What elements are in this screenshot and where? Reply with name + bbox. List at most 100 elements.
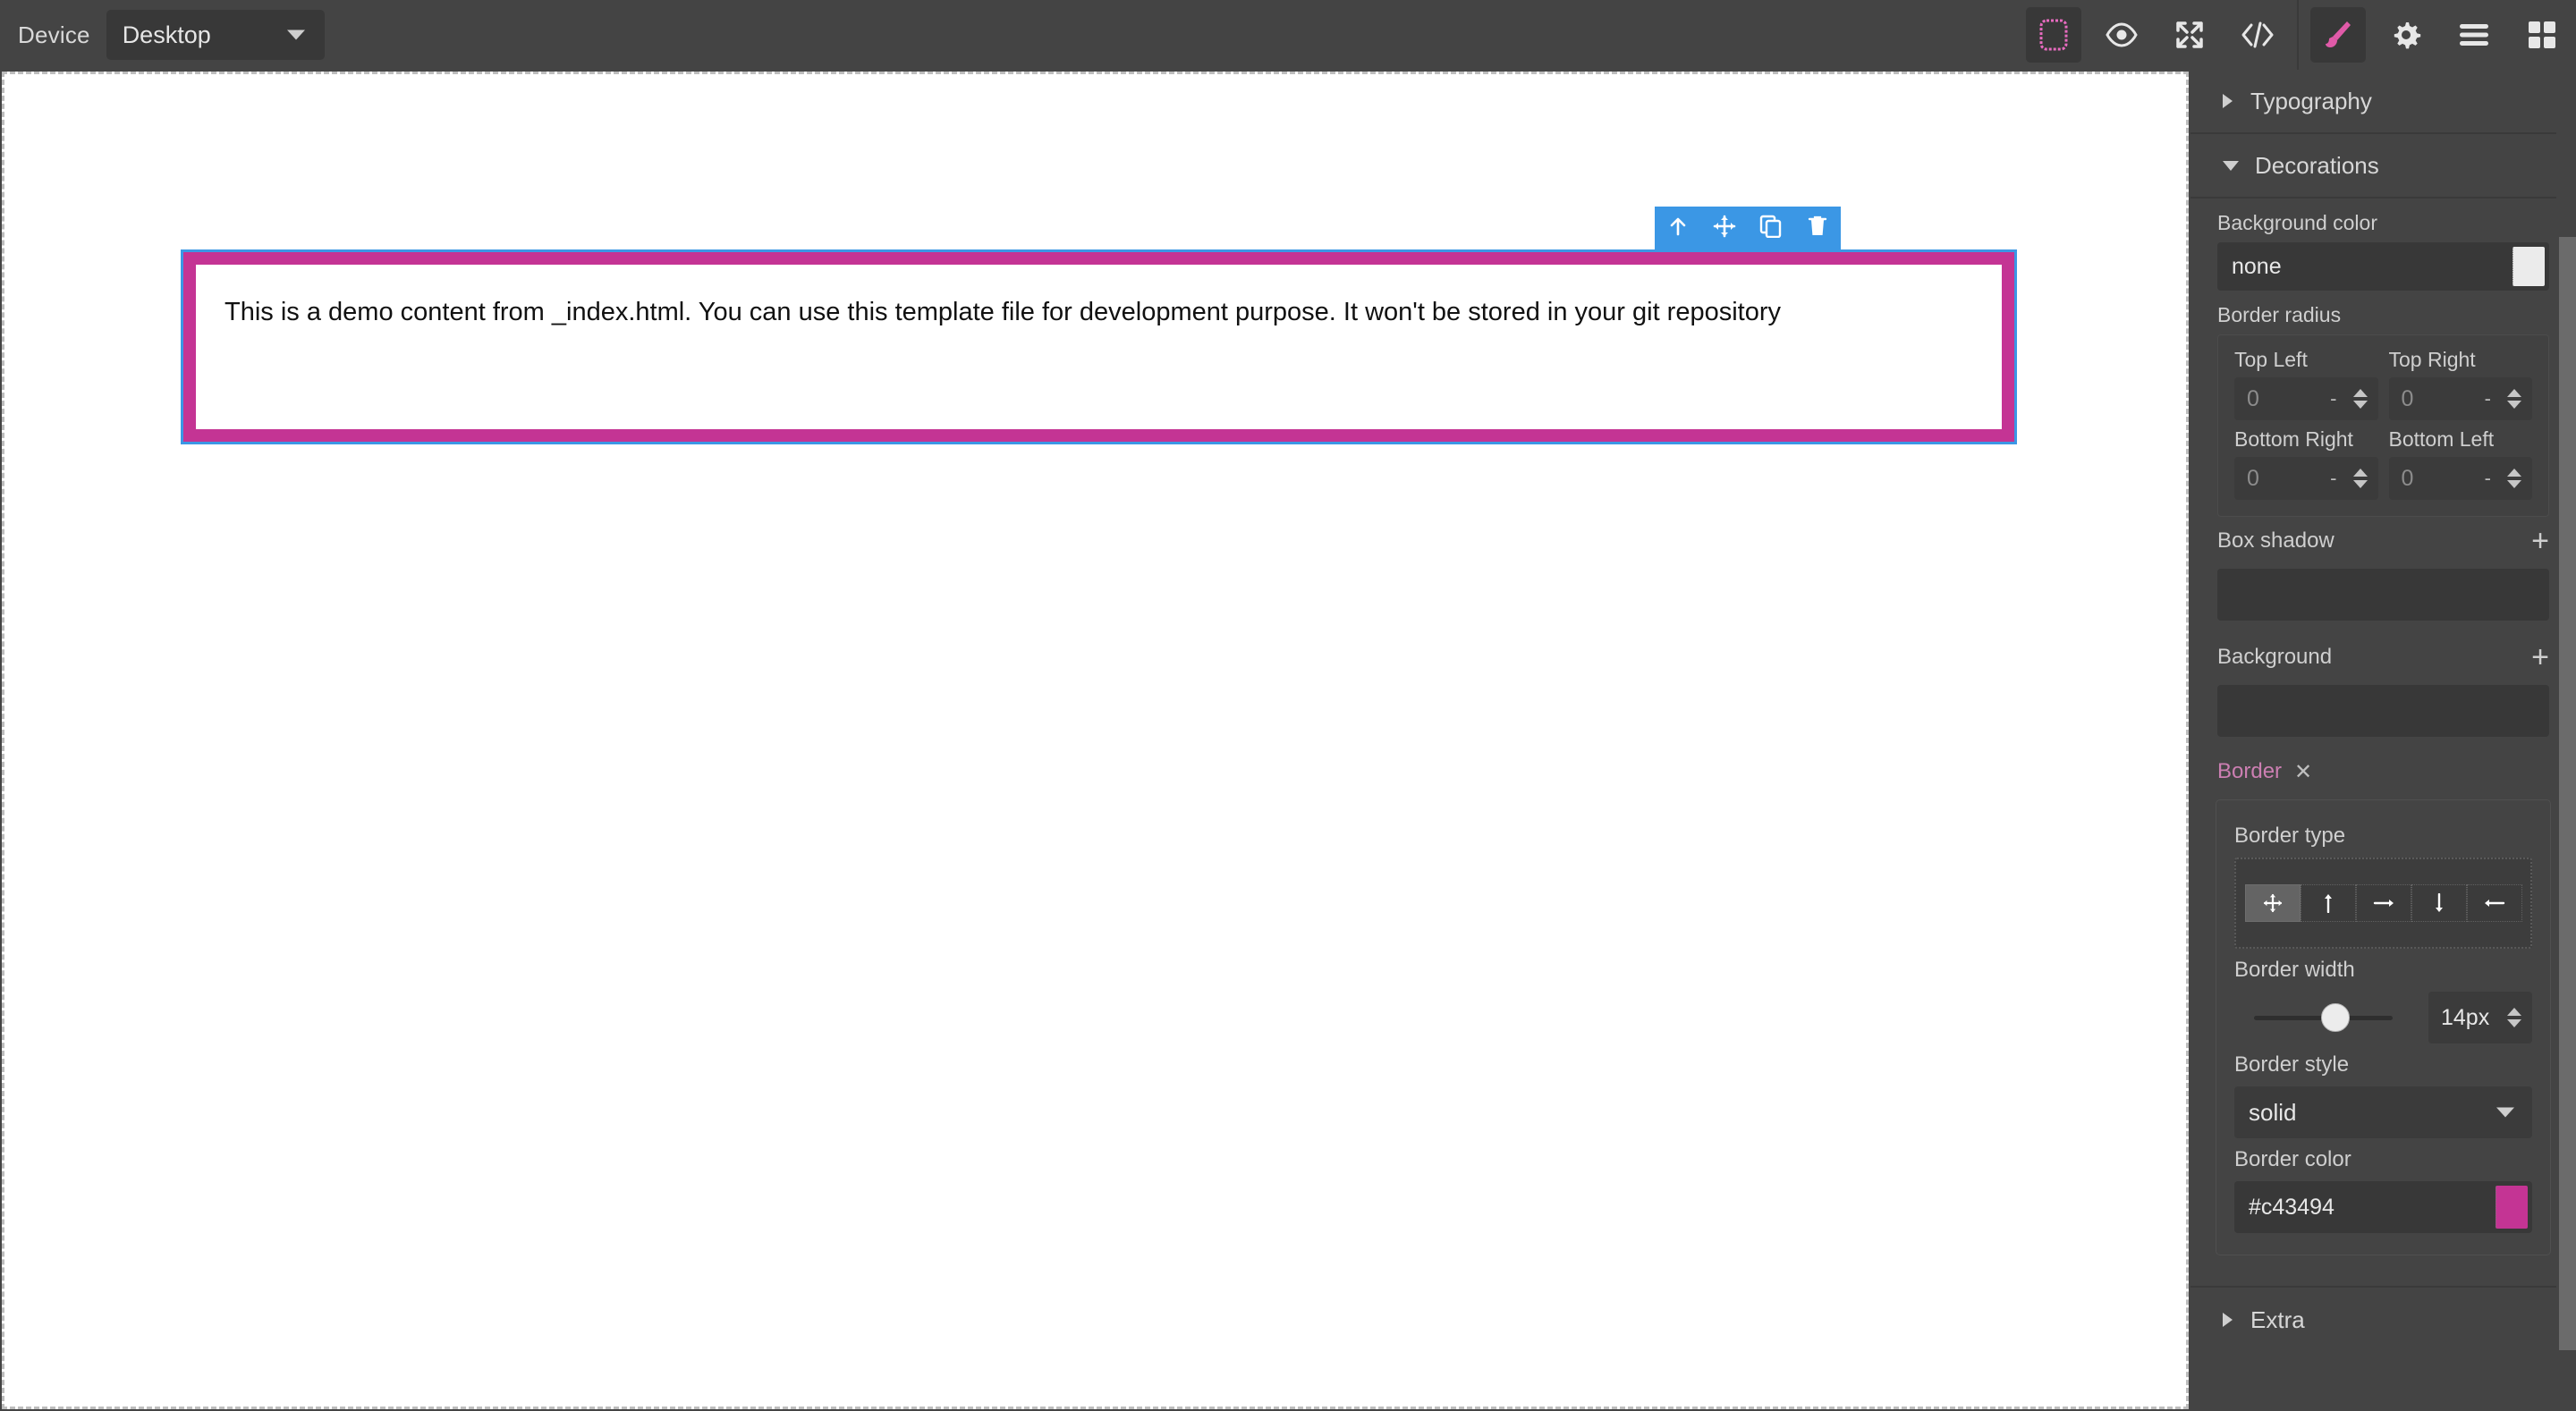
style-manager-panel: Typography Decorations Background color … (2190, 70, 2576, 1411)
property-box-shadow: Box shadow + (2190, 517, 2576, 565)
text-block-content[interactable]: This is a demo content from _index.html.… (196, 265, 2002, 331)
select-parent-button[interactable] (1655, 207, 1701, 249)
border-type-right-button[interactable] (2355, 884, 2411, 922)
radius-top-right-stepper-arrows[interactable] (2507, 389, 2521, 409)
background-layers[interactable] (2217, 685, 2549, 737)
radius-bottom-right-stepper-arrows[interactable] (2352, 469, 2368, 488)
radius-top-right-label: Top Right (2388, 348, 2476, 371)
border-color-input[interactable]: #c43494 (2234, 1181, 2532, 1233)
gear-icon (2390, 19, 2422, 51)
chevron-right-icon (2223, 1313, 2233, 1327)
sector-decorations-title: Decorations (2255, 151, 2379, 179)
border-width-slider-thumb[interactable] (2321, 1003, 2351, 1032)
sector-typography[interactable]: Typography (2190, 70, 2576, 134)
border-type-label: Border type (2234, 824, 2346, 848)
radius-bottom-left-input[interactable]: 0 - (2388, 457, 2532, 500)
radius-top-right-unit[interactable]: - (2485, 387, 2491, 410)
border-width-label: Border width (2234, 958, 2355, 982)
border-width-control: 14px (2234, 992, 2532, 1043)
border-style-select[interactable]: solid (2234, 1086, 2532, 1138)
sector-extra-title: Extra (2250, 1305, 2305, 1333)
border-type-control (2234, 858, 2532, 949)
panel-scrollbar[interactable] (2556, 70, 2576, 1411)
border-layer-body: Border type Border width 14px Border sty… (2216, 799, 2551, 1255)
blocks-icon (2527, 20, 2557, 50)
borders-visibility-button[interactable] (2026, 7, 2081, 63)
canvas-area[interactable]: This is a demo content from _index.html.… (0, 70, 2190, 1411)
select-parent-icon (1666, 215, 1690, 242)
toolbar-divider (2297, 0, 2299, 70)
chevron-right-icon (2223, 94, 2233, 108)
blocks-button[interactable] (2514, 7, 2570, 63)
border-color-swatch[interactable] (2496, 1186, 2528, 1229)
sector-typography-title: Typography (2250, 87, 2372, 114)
trash-icon (1807, 215, 1828, 242)
fullscreen-button[interactable] (2162, 7, 2217, 63)
code-view-button[interactable] (2230, 7, 2285, 63)
top-toolbar-actions (2020, 0, 2576, 70)
border-width-input[interactable]: 14px (2428, 992, 2532, 1043)
radius-top-left-stepper-arrows[interactable] (2352, 389, 2368, 409)
chevron-down-icon (286, 30, 305, 40)
border-layer-header[interactable]: Border ✕ (2190, 749, 2576, 794)
radius-bottom-right-label: Bottom Right (2234, 427, 2353, 451)
radius-top-right: Top Right 0 - (2384, 344, 2538, 424)
radius-bottom-right: Bottom Right 0 - (2229, 424, 2384, 503)
radius-bottom-left-placeholder: 0 (2401, 465, 2414, 491)
canvas-frame[interactable]: This is a demo content from _index.html.… (2, 72, 2189, 1409)
background-color-swatch[interactable] (2512, 247, 2545, 286)
box-shadow-label: Box shadow (2217, 528, 2334, 553)
style-manager-button[interactable] (2310, 7, 2366, 63)
radius-top-left-placeholder: 0 (2247, 385, 2259, 411)
radius-bottom-left-unit[interactable]: - (2485, 467, 2491, 490)
add-box-shadow-button[interactable]: + (2531, 526, 2549, 556)
view-options-group (2020, 0, 2292, 70)
border-width-stepper-arrows[interactable] (2507, 1008, 2521, 1027)
panel-scrollbar-thumb[interactable] (2559, 237, 2576, 1350)
sector-extra[interactable]: Extra (2190, 1288, 2576, 1352)
border-type-all-button[interactable] (2244, 884, 2301, 922)
border-width-slider[interactable] (2234, 1000, 2412, 1035)
property-background: Background + (2190, 633, 2576, 681)
move-button[interactable] (1701, 207, 1748, 249)
preview-button[interactable] (2094, 7, 2149, 63)
device-select[interactable]: Desktop (106, 10, 325, 60)
border-layer-label: Border (2217, 759, 2283, 783)
border-type-top-button[interactable] (2300, 884, 2356, 922)
radius-bottom-left-label: Bottom Left (2388, 427, 2495, 451)
radius-top-left: Top Left 0 - (2229, 344, 2384, 424)
code-icon (2240, 21, 2275, 49)
radius-bottom-right-unit[interactable]: - (2330, 467, 2336, 490)
layer-manager-button[interactable] (2446, 7, 2502, 63)
radius-top-left-input[interactable]: 0 - (2234, 377, 2378, 420)
close-icon[interactable]: ✕ (2294, 759, 2312, 785)
settings-button[interactable] (2378, 7, 2434, 63)
radius-bottom-right-placeholder: 0 (2247, 465, 2259, 491)
radius-top-left-label: Top Left (2234, 348, 2308, 371)
box-shadow-layers[interactable] (2217, 569, 2549, 621)
chevron-down-icon (2223, 160, 2239, 171)
text-block[interactable]: This is a demo content from _index.html.… (183, 252, 2014, 442)
background-color-input[interactable]: none (2217, 242, 2549, 291)
radius-bottom-right-input[interactable]: 0 - (2234, 457, 2378, 500)
duplicate-button[interactable] (1748, 207, 1794, 249)
selected-component[interactable]: This is a demo content from _index.html.… (181, 249, 2017, 444)
sector-decorations[interactable]: Decorations (2190, 134, 2576, 199)
radius-top-right-input[interactable]: 0 - (2388, 377, 2532, 420)
border-radius-label: Border radius (2217, 303, 2342, 326)
add-background-button[interactable]: + (2531, 642, 2549, 672)
border-bottom-icon (2431, 893, 2447, 913)
delete-button[interactable] (1794, 207, 1841, 249)
radius-bottom-left-stepper-arrows[interactable] (2507, 469, 2521, 488)
background-label: Background (2217, 645, 2333, 669)
border-type-bottom-button[interactable] (2411, 884, 2467, 922)
panel-switcher-group (2304, 0, 2576, 70)
border-top-icon (2320, 893, 2336, 913)
device-select-value: Desktop (122, 21, 211, 48)
radius-top-left-unit[interactable]: - (2330, 387, 2336, 410)
border-type-button-group (2244, 884, 2522, 922)
border-type-left-button[interactable] (2466, 884, 2522, 922)
border-style-value: solid (2249, 1098, 2297, 1126)
borders-visibility-icon (2038, 18, 2069, 52)
background-color-label: Background color (2217, 211, 2377, 234)
